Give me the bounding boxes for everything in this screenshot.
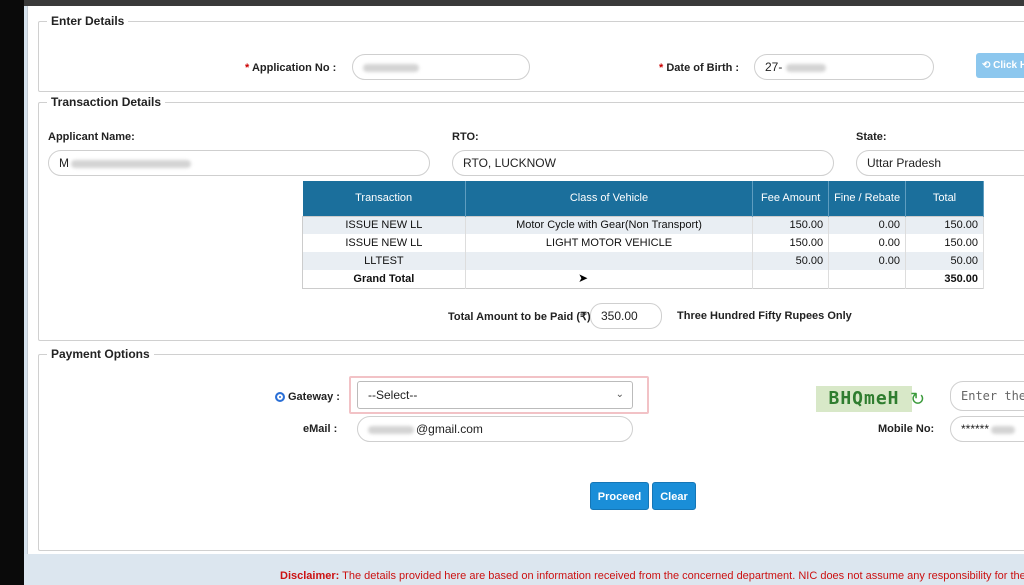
cell-transaction: ISSUE NEW LL bbox=[302, 234, 466, 252]
cell-empty bbox=[828, 270, 907, 288]
click-here-button[interactable]: ⟲ Click H bbox=[976, 53, 1024, 78]
total-amount-label: Total Amount to be Paid (₹): bbox=[448, 311, 595, 323]
col-class-of-vehicle: Class of Vehicle bbox=[465, 181, 754, 216]
cell-class: Motor Cycle with Gear(Non Transport) bbox=[465, 216, 754, 234]
grand-total-row: Grand Total 350.00 bbox=[302, 270, 984, 288]
dob-label: * Date of Birth : bbox=[659, 62, 740, 74]
gateway-label: Gateway : bbox=[288, 391, 340, 403]
grand-total-label: Grand Total bbox=[302, 270, 466, 288]
disclaimer-text: Disclaimer: The details provided here ar… bbox=[280, 570, 1024, 582]
email-input[interactable]: @gmail.com bbox=[357, 416, 633, 442]
dob-input[interactable]: 27- bbox=[754, 54, 934, 80]
total-amount-input[interactable]: 350.00 bbox=[590, 303, 662, 329]
col-total: Total bbox=[905, 181, 984, 216]
application-no-label: * Application No : bbox=[245, 62, 337, 74]
transaction-details-legend: Transaction Details bbox=[51, 95, 162, 109]
cell-fee: 150.00 bbox=[752, 216, 830, 234]
cell-empty bbox=[465, 270, 754, 288]
payment-options-legend: Payment Options bbox=[51, 347, 150, 361]
state-input[interactable]: Uttar Pradesh bbox=[856, 150, 1024, 176]
chevron-down-icon: ⌄ bbox=[615, 389, 624, 400]
gateway-select[interactable]: --Select-- ⌄ bbox=[357, 381, 633, 409]
cell-fine: 0.00 bbox=[828, 234, 907, 252]
enter-details-legend: Enter Details bbox=[51, 14, 125, 28]
captcha-input[interactable]: Enter the c bbox=[950, 381, 1024, 411]
cell-total: 150.00 bbox=[905, 216, 984, 234]
mobile-input[interactable]: ****** bbox=[950, 416, 1024, 442]
applicant-name-input[interactable]: M bbox=[48, 150, 430, 176]
cell-fee: 150.00 bbox=[752, 234, 830, 252]
rto-input[interactable]: RTO, LUCKNOW bbox=[452, 150, 834, 176]
col-fee-amount: Fee Amount bbox=[752, 181, 830, 216]
cell-fine: 0.00 bbox=[828, 252, 907, 270]
cell-fine: 0.00 bbox=[828, 216, 907, 234]
mobile-label: Mobile No: bbox=[878, 423, 935, 435]
applicant-name-label: Applicant Name: bbox=[48, 131, 135, 143]
fee-table-header: Transaction Class of Vehicle Fee Amount … bbox=[302, 181, 984, 216]
email-label: eMail : bbox=[303, 423, 338, 435]
gateway-radio[interactable] bbox=[275, 392, 285, 402]
cell-class: LIGHT MOTOR VEHICLE bbox=[465, 234, 754, 252]
table-row: LLTEST 50.00 0.00 50.00 bbox=[302, 252, 984, 270]
cell-class bbox=[465, 252, 754, 270]
rto-label: RTO: bbox=[452, 131, 479, 143]
refresh-captcha-icon[interactable]: ↻ bbox=[910, 389, 925, 410]
fee-table: Transaction Class of Vehicle Fee Amount … bbox=[302, 181, 984, 289]
cell-empty bbox=[752, 270, 830, 288]
cell-transaction: LLTEST bbox=[302, 252, 466, 270]
clear-button[interactable]: Clear bbox=[652, 482, 696, 510]
grand-total-value: 350.00 bbox=[905, 270, 984, 288]
application-no-input[interactable] bbox=[352, 54, 530, 80]
proceed-button[interactable]: Proceed bbox=[590, 482, 649, 510]
cell-total: 150.00 bbox=[905, 234, 984, 252]
gateway-select-highlight: --Select-- ⌄ bbox=[349, 376, 649, 414]
amount-in-words: Three Hundred Fifty Rupees Only bbox=[677, 310, 852, 322]
state-label: State: bbox=[856, 131, 887, 143]
table-row: ISSUE NEW LL Motor Cycle with Gear(Non T… bbox=[302, 216, 984, 234]
table-row: ISSUE NEW LL LIGHT MOTOR VEHICLE 150.00 … bbox=[302, 234, 984, 252]
cell-fee: 50.00 bbox=[752, 252, 830, 270]
captcha-image: BHQmeH bbox=[816, 386, 912, 412]
cell-transaction: ISSUE NEW LL bbox=[302, 216, 466, 234]
mouse-cursor-icon: ➤ bbox=[578, 271, 589, 285]
col-fine-rebate: Fine / Rebate bbox=[828, 181, 907, 216]
left-black-edge bbox=[0, 0, 24, 585]
col-transaction: Transaction bbox=[302, 181, 466, 216]
enter-details-section: Enter Details bbox=[38, 14, 1024, 92]
cell-total: 50.00 bbox=[905, 252, 984, 270]
